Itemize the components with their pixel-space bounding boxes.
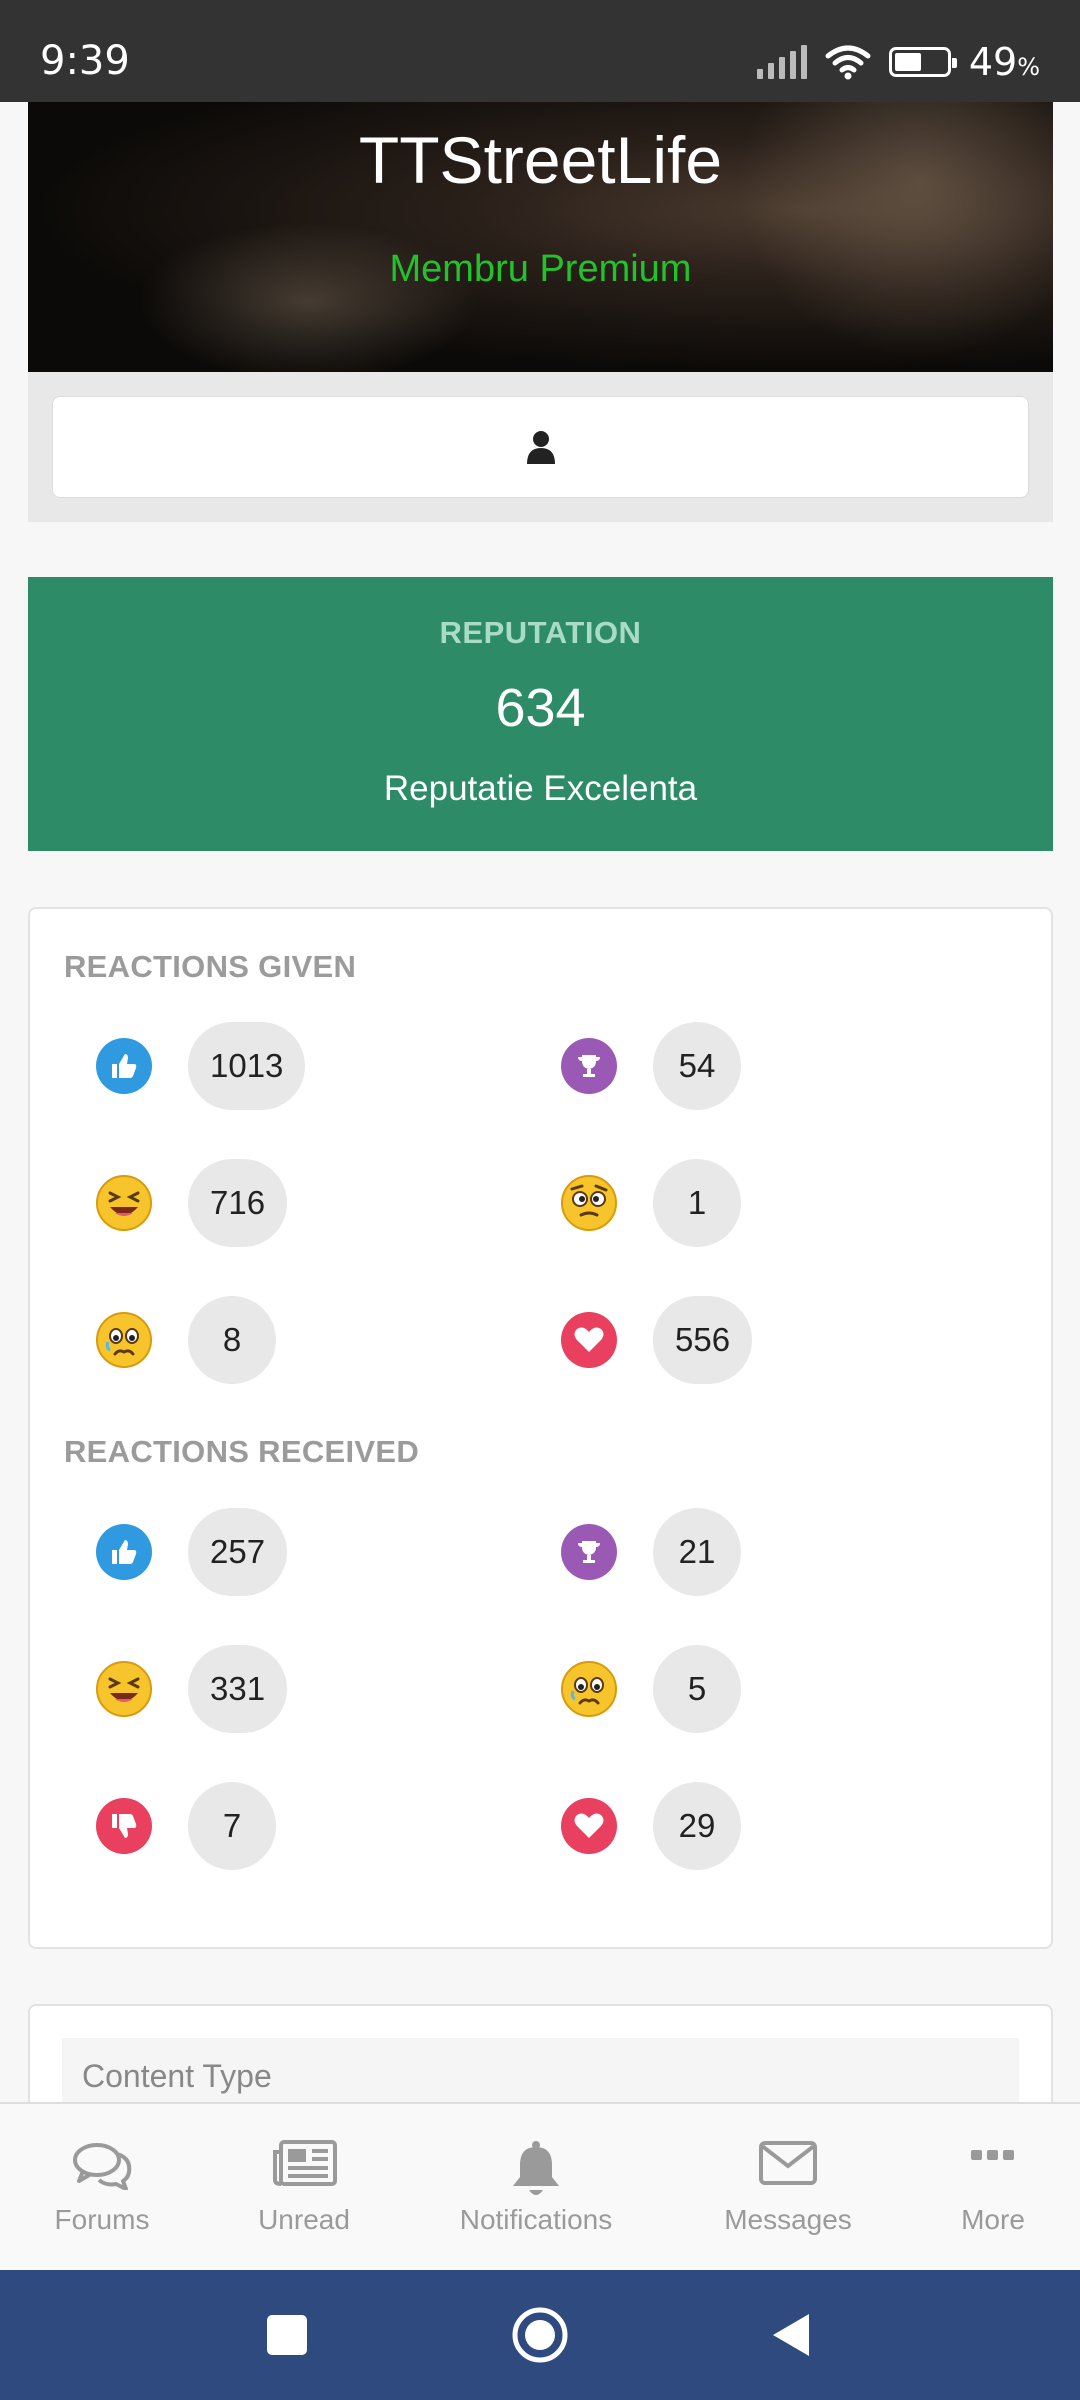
reaction-received-laughing[interactable]: 331 xyxy=(96,1645,288,1733)
reaction-count: 716 xyxy=(188,1159,288,1247)
reaction-given-like[interactable]: 1013 xyxy=(96,1022,306,1110)
battery-icon xyxy=(888,47,957,77)
profile-actions xyxy=(28,372,1053,522)
nav-unread[interactable]: Unread xyxy=(222,2104,386,2272)
nav-messages[interactable]: Messages xyxy=(706,2104,870,2272)
user-icon xyxy=(526,431,555,464)
newspaper-icon xyxy=(273,2140,337,2186)
reaction-received-heart[interactable]: 29 xyxy=(561,1782,741,1870)
nav-notifications[interactable]: Notifications xyxy=(444,2104,628,2272)
content-type-label: Content Type xyxy=(82,2058,272,2094)
reputation-label: REPUTATION xyxy=(439,615,642,650)
battery-unit: % xyxy=(1017,53,1040,81)
status-bar: 9:39 49% xyxy=(0,0,1080,102)
bottom-nav: Forums Unread Notifications Messages Mor… xyxy=(0,2102,1080,2270)
reaction-received-trophy[interactable]: 21 xyxy=(561,1508,741,1596)
bell-icon xyxy=(513,2141,559,2195)
reputation-value: 634 xyxy=(495,678,586,738)
system-nav-bar xyxy=(0,2270,1080,2400)
trophy-icon xyxy=(561,1038,617,1094)
wifi-icon xyxy=(825,45,871,80)
back-button[interactable] xyxy=(756,2300,826,2370)
chat-bubbles-icon xyxy=(73,2143,132,2190)
home-circle-icon xyxy=(512,2307,568,2363)
profile-banner: TTStreetLife Membru Premium xyxy=(28,102,1053,372)
reaction-given-sad[interactable]: 8 xyxy=(96,1296,276,1384)
reaction-count: 331 xyxy=(188,1645,288,1733)
reaction-count: 7 xyxy=(188,1782,276,1870)
home-button[interactable] xyxy=(505,2300,575,2370)
reactions-received-title: REACTIONS RECEIVED xyxy=(64,1434,420,1469)
reaction-received-like[interactable]: 257 xyxy=(96,1508,288,1596)
battery-percent: 49% xyxy=(969,40,1040,84)
reaction-count: 257 xyxy=(188,1508,288,1596)
like-icon xyxy=(96,1038,152,1094)
reaction-given-confused[interactable]: 1 xyxy=(561,1159,741,1247)
profile-username: TTStreetLife xyxy=(358,123,723,197)
screen: 9:39 49% TTStreetLife Membru Premium REP… xyxy=(0,0,1080,2400)
status-icons: 49% xyxy=(756,40,1040,84)
reaction-count: 1 xyxy=(653,1159,741,1247)
status-time: 9:39 xyxy=(40,38,130,84)
confused-emoji-icon xyxy=(561,1175,617,1231)
laughing-emoji-icon xyxy=(96,1175,152,1231)
sad-emoji-icon xyxy=(96,1312,152,1368)
envelope-icon xyxy=(759,2141,817,2185)
reaction-given-laughing[interactable]: 716 xyxy=(96,1159,288,1247)
reaction-count: 556 xyxy=(653,1296,753,1384)
nav-label: Forums xyxy=(54,2204,150,2235)
reactions-card: REACTIONS GIVEN 1013 54 716 1 8 556 REAC… xyxy=(28,907,1053,1949)
nav-forums[interactable]: Forums xyxy=(20,2104,184,2272)
recent-apps-button[interactable] xyxy=(252,2300,322,2370)
like-icon xyxy=(96,1524,152,1580)
reaction-count: 29 xyxy=(653,1782,741,1870)
nav-label: More xyxy=(961,2204,1025,2235)
nav-label: Unread xyxy=(258,2204,350,2235)
laughing-emoji-icon xyxy=(96,1661,152,1717)
nav-label: Messages xyxy=(724,2204,852,2235)
reactions-given-title: REACTIONS GIVEN xyxy=(64,949,357,984)
reaction-count: 8 xyxy=(188,1296,276,1384)
reaction-count: 21 xyxy=(653,1508,741,1596)
nav-label: Notifications xyxy=(459,2204,613,2235)
profile-user-title: Membru Premium xyxy=(389,248,692,290)
heart-icon xyxy=(561,1798,617,1854)
more-dots-icon xyxy=(971,2150,1014,2160)
reputation-block: REPUTATION 634 Reputatie Excelenta xyxy=(28,577,1053,851)
battery-value: 49 xyxy=(968,40,1018,84)
reaction-received-sad[interactable]: 5 xyxy=(561,1645,741,1733)
reaction-count: 1013 xyxy=(188,1022,306,1110)
trophy-icon xyxy=(561,1524,617,1580)
nav-more[interactable]: More xyxy=(924,2104,1062,2272)
reaction-received-dislike[interactable]: 7 xyxy=(96,1782,276,1870)
heart-icon xyxy=(561,1312,617,1368)
dislike-icon xyxy=(96,1798,152,1854)
reputation-description: Reputatie Excelenta xyxy=(383,769,698,808)
square-icon xyxy=(267,2315,307,2355)
signal-icon xyxy=(756,45,807,79)
sad-emoji-icon xyxy=(561,1661,617,1717)
reaction-given-trophy[interactable]: 54 xyxy=(561,1022,741,1110)
reaction-count: 54 xyxy=(653,1022,741,1110)
profile-button[interactable] xyxy=(52,396,1029,498)
reaction-given-heart[interactable]: 556 xyxy=(561,1296,753,1384)
reaction-count: 5 xyxy=(653,1645,741,1733)
back-triangle-icon xyxy=(773,2314,809,2356)
